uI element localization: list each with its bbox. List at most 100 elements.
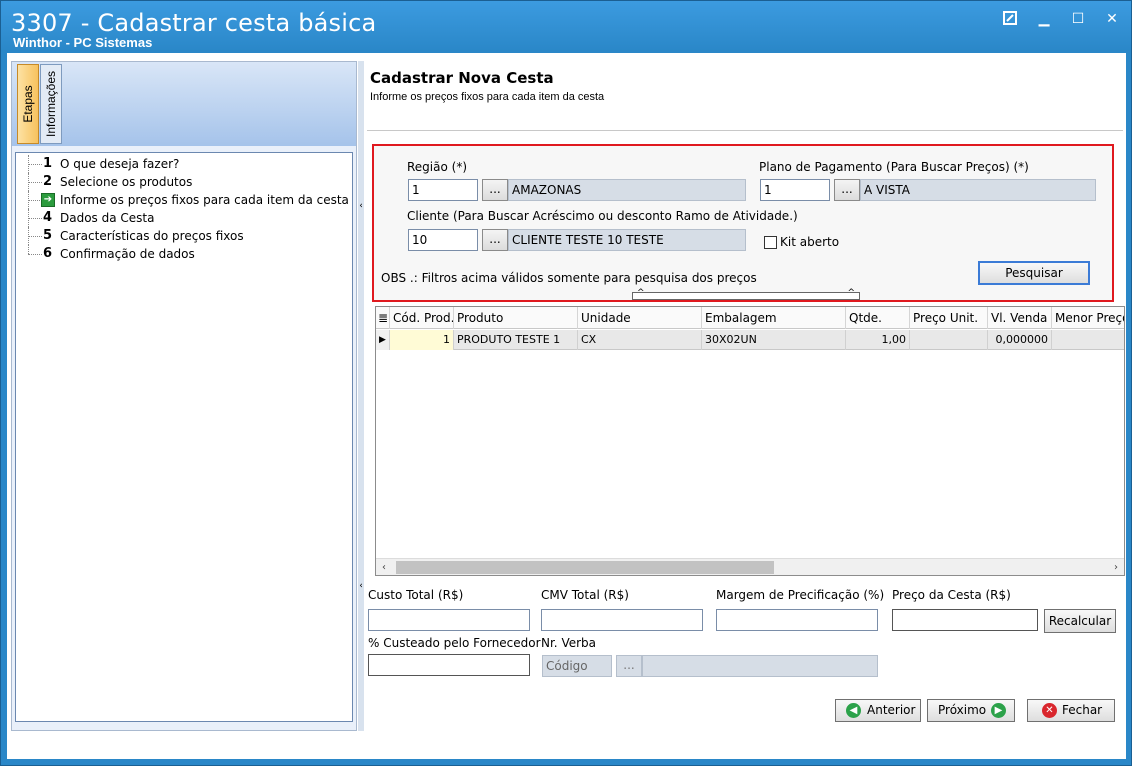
- cell-produto[interactable]: PRODUTO TESTE 1: [454, 330, 578, 350]
- title-bar: 3307 - Cadastrar cesta básica Winthor - …: [1, 1, 1131, 51]
- verba-label: Nr. Verba: [541, 636, 597, 650]
- margem-field[interactable]: [716, 609, 878, 631]
- step-label: Dados da Cesta: [60, 211, 155, 225]
- step-label: Confirmação de dados: [60, 247, 195, 261]
- close-icon: ✕: [1042, 703, 1057, 718]
- verba-name-field: [642, 655, 878, 677]
- app-window: 3307 - Cadastrar cesta básica Winthor - …: [0, 0, 1132, 766]
- column-header[interactable]: Cód. Prod.: [390, 307, 454, 329]
- preco-cesta-label: Preço da Cesta (R$): [892, 588, 1011, 602]
- custeado-field[interactable]: [368, 654, 530, 676]
- steps-panel-header: Etapas Informações: [12, 62, 356, 146]
- grid-menu-icon[interactable]: ≣: [376, 307, 390, 329]
- kit-aberto-label: Kit aberto: [780, 235, 840, 249]
- anterior-button[interactable]: ◀ Anterior: [835, 699, 921, 722]
- arrow-left-icon: ◀: [846, 703, 861, 718]
- step-label: Características do preços fixos: [60, 229, 244, 243]
- tab-etapas[interactable]: Etapas: [17, 64, 39, 144]
- minimize-button[interactable]: ▁: [1035, 11, 1053, 27]
- step-label: Selecione os produtos: [60, 175, 193, 189]
- obs-note: OBS .: Filtros acima válidos somente par…: [381, 271, 757, 285]
- cell-qtde[interactable]: 1,00: [846, 330, 910, 350]
- price-filters-box: Região (*) 1 ... AMAZONAS Plano de Pagam…: [372, 144, 1114, 302]
- regiao-code-input[interactable]: 1: [408, 179, 478, 201]
- column-header[interactable]: Embalagem: [702, 307, 846, 329]
- step-item-4[interactable]: 4 Dados da Cesta: [16, 209, 352, 227]
- divider: [367, 130, 1123, 131]
- chevron-left-icon[interactable]: ‹: [358, 581, 364, 591]
- resize-icon[interactable]: [1001, 11, 1019, 27]
- preco-cesta-field[interactable]: [892, 609, 1038, 631]
- cell-vl-venda[interactable]: 0,000000: [988, 330, 1052, 350]
- cell-cod[interactable]: 1: [390, 330, 454, 350]
- step-item-2[interactable]: 2 Selecione os produtos: [16, 173, 352, 191]
- step-number: 6: [43, 246, 53, 261]
- table-row[interactable]: ▶ 1 PRODUTO TESTE 1 CX 30X02UN 1,00 0,00…: [376, 330, 1124, 350]
- column-header[interactable]: Produto: [454, 307, 578, 329]
- plano-lookup-button[interactable]: ...: [834, 179, 860, 201]
- chevron-up-icon: ^: [637, 288, 645, 298]
- row-indicator-icon: ▶: [376, 330, 390, 350]
- plano-code-input[interactable]: 1: [760, 179, 830, 201]
- chevron-up-icon: ^: [847, 288, 855, 298]
- recalcular-button[interactable]: Recalcular: [1044, 609, 1116, 633]
- cell-unidade[interactable]: CX: [578, 330, 702, 350]
- step-label: Informe os preços fixos para cada item d…: [60, 193, 349, 207]
- fechar-button[interactable]: ✕ Fechar: [1027, 699, 1115, 722]
- step-item-3-current[interactable]: ➔ Informe os preços fixos para cada item…: [16, 191, 352, 209]
- cell-menor-preco[interactable]: [1052, 330, 1124, 350]
- margem-label: Margem de Precificação (%): [716, 588, 885, 602]
- products-grid: ≣ Cód. Prod. Produto Unidade Embalagem Q…: [375, 306, 1125, 576]
- step-number: 1: [43, 156, 53, 171]
- column-header[interactable]: Menor Preço: [1052, 307, 1124, 329]
- cliente-code-input[interactable]: 10: [408, 229, 478, 251]
- page-description: Informe os preços fixos para cada item d…: [370, 91, 605, 103]
- cell-preco-unit[interactable]: [910, 330, 988, 350]
- steps-panel: Etapas Informações 1 O que deseja fazer?…: [11, 61, 357, 731]
- scroll-thumb[interactable]: [396, 561, 774, 574]
- cliente-name-field: CLIENTE TESTE 10 TESTE: [508, 229, 746, 251]
- plano-label: Plano de Pagamento (Para Buscar Preços) …: [759, 160, 1029, 174]
- step-content: Cadastrar Nova Cesta Informe os preços f…: [365, 53, 1126, 759]
- cell-embalagem[interactable]: 30X02UN: [702, 330, 846, 350]
- step-number: 5: [43, 228, 53, 243]
- plano-name-field: A VISTA: [860, 179, 1096, 201]
- maximize-button[interactable]: ☐: [1069, 11, 1087, 27]
- chevron-left-icon[interactable]: ‹: [358, 201, 364, 211]
- column-header[interactable]: Vl. Venda: [988, 307, 1052, 329]
- column-header[interactable]: Preço Unit.: [910, 307, 988, 329]
- cmv-total-field[interactable]: [541, 609, 703, 631]
- pesquisar-button[interactable]: Pesquisar: [978, 261, 1090, 285]
- proximo-button[interactable]: Próximo ▶: [927, 699, 1015, 722]
- step-item-1[interactable]: 1 O que deseja fazer?: [16, 155, 352, 173]
- horizontal-scrollbar[interactable]: ‹ ›: [376, 558, 1124, 575]
- page-title: Cadastrar Nova Cesta: [370, 69, 554, 87]
- scroll-left-icon[interactable]: ‹: [376, 559, 392, 575]
- column-header[interactable]: Qtde.: [846, 307, 910, 329]
- step-item-6[interactable]: 6 Confirmação de dados: [16, 245, 352, 263]
- cliente-lookup-button[interactable]: ...: [482, 229, 508, 251]
- cmv-total-label: CMV Total (R$): [541, 588, 629, 602]
- regiao-lookup-button[interactable]: ...: [482, 179, 508, 201]
- arrow-right-icon: ▶: [991, 703, 1006, 718]
- verba-lookup-button[interactable]: ...: [616, 655, 642, 677]
- scroll-right-icon[interactable]: ›: [1108, 559, 1124, 575]
- cliente-label: Cliente (Para Buscar Acréscimo ou descon…: [407, 209, 798, 223]
- collapse-filter-bar[interactable]: ^ ^: [632, 288, 860, 300]
- custo-total-field[interactable]: [368, 609, 530, 631]
- custo-total-label: Custo Total (R$): [368, 588, 464, 602]
- steps-tree: 1 O que deseja fazer? 2 Selecione os pro…: [15, 152, 353, 722]
- step-item-5[interactable]: 5 Características do preços fixos: [16, 227, 352, 245]
- step-label: O que deseja fazer?: [60, 157, 180, 171]
- regiao-label: Região (*): [407, 160, 468, 174]
- window-subtitle: Winthor - PC Sistemas: [13, 35, 153, 50]
- tab-informacoes[interactable]: Informações: [40, 64, 62, 144]
- panel-splitter[interactable]: ‹ ‹: [358, 61, 364, 731]
- step-number: 2: [43, 174, 53, 189]
- kit-aberto-checkbox[interactable]: [764, 236, 777, 249]
- column-header[interactable]: Unidade: [578, 307, 702, 329]
- close-button[interactable]: ✕: [1103, 11, 1121, 27]
- custeado-label: % Custeado pelo Fornecedor: [368, 636, 541, 650]
- verba-code-input[interactable]: Código: [542, 655, 612, 677]
- arrow-right-icon: ➔: [41, 193, 55, 207]
